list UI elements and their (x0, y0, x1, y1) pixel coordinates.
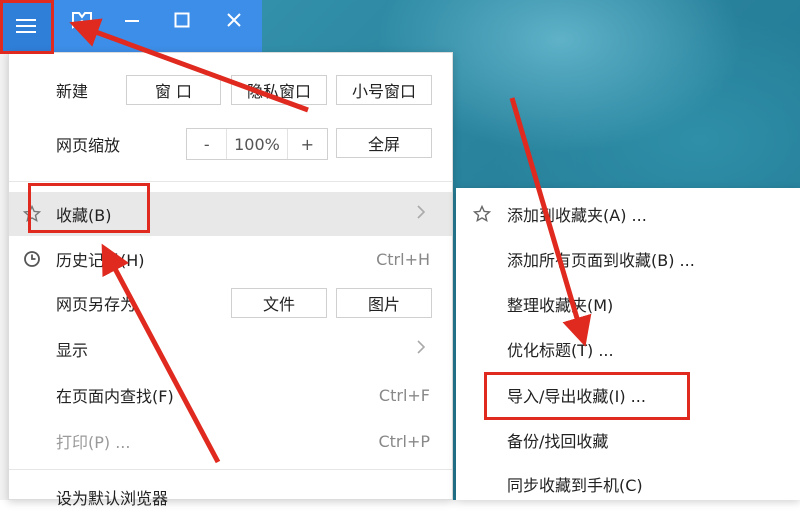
submenu-item-organize[interactable]: 整理收藏夹(M) (456, 282, 800, 326)
menu-divider (9, 181, 452, 182)
default-browser-label: 设为默认浏览器 (56, 489, 169, 508)
add-to-favorites-label: 添加到收藏夹(A) ... (507, 206, 647, 225)
annotation-box-import-export (484, 372, 690, 420)
menu-item-print[interactable]: 打印(P) ... Ctrl+P (9, 419, 452, 463)
history-label: 历史记录(H) (56, 251, 145, 270)
optimize-titles-label: 优化标题(T) ... (507, 341, 614, 360)
zoom-level: 100% (227, 129, 288, 159)
chevron-right-icon (416, 204, 426, 224)
add-all-pages-label: 添加所有页面到收藏(B) ... (507, 251, 695, 270)
maximize-icon (174, 12, 190, 28)
maximize-button[interactable] (162, 0, 202, 40)
find-shortcut: Ctrl+F (378, 385, 430, 405)
favorites-submenu: 添加到收藏夹(A) ... 添加所有页面到收藏(B) ... 整理收藏夹(M) … (456, 188, 800, 500)
display-label: 显示 (56, 341, 89, 360)
menu-item-find[interactable]: 在页面内查找(F) Ctrl+F (9, 373, 452, 417)
submenu-item-add-all-pages[interactable]: 添加所有页面到收藏(B) ... (456, 237, 800, 281)
save-as-label: 网页另存为 (56, 295, 137, 314)
save-as-file-button[interactable]: 文件 (231, 288, 327, 318)
history-shortcut: Ctrl+H (376, 249, 430, 269)
new-small-window-button[interactable]: 小号窗口 (336, 75, 432, 105)
chevron-right-icon (416, 339, 426, 359)
menu-item-display[interactable]: 显示 (9, 327, 452, 371)
minimize-icon (125, 20, 139, 22)
minimize-button[interactable] (112, 0, 152, 40)
menu-divider (9, 469, 452, 470)
main-menu-panel: 新建 窗 口 隐私窗口 小号窗口 网页缩放 - 100% + 全屏 收藏(B) … (8, 52, 453, 508)
zoom-in-button[interactable]: + (288, 129, 327, 159)
find-label: 在页面内查找(F) (56, 387, 174, 406)
clock-icon (24, 251, 40, 267)
zoom-control: - 100% + (186, 128, 328, 160)
submenu-item-add-to-favorites[interactable]: 添加到收藏夹(A) ... (456, 192, 800, 236)
submenu-item-optimize-titles[interactable]: 优化标题(T) ... (456, 327, 800, 371)
menu-item-default-browser[interactable]: 设为默认浏览器 (9, 475, 452, 519)
submenu-item-sync-to-phone[interactable]: 同步收藏到手机(C) (456, 462, 800, 506)
new-private-window-button[interactable]: 隐私窗口 (231, 75, 327, 105)
zoom-out-button[interactable]: - (187, 129, 228, 159)
annotation-box-favorites (28, 183, 150, 233)
save-as-image-button[interactable]: 图片 (336, 288, 432, 318)
sync-to-phone-label: 同步收藏到手机(C) (507, 476, 643, 495)
annotation-box-menu-button (0, 0, 54, 54)
print-shortcut: Ctrl+P (378, 431, 430, 451)
skin-button[interactable] (62, 0, 102, 40)
menu-item-history[interactable]: 历史记录(H) Ctrl+H (9, 237, 452, 281)
new-label: 新建 (56, 82, 89, 101)
close-icon (227, 13, 241, 27)
new-window-button[interactable]: 窗 口 (126, 75, 221, 105)
star-icon (473, 205, 491, 223)
close-button[interactable] (214, 0, 254, 40)
print-label: 打印(P) ... (56, 433, 131, 452)
backup-restore-label: 备份/找回收藏 (507, 432, 609, 451)
fullscreen-button[interactable]: 全屏 (336, 128, 432, 158)
submenu-item-backup-restore[interactable]: 备份/找回收藏 (456, 418, 800, 462)
zoom-label: 网页缩放 (56, 136, 121, 155)
organize-label: 整理收藏夹(M) (507, 296, 614, 315)
bookmark-ribbon-icon (72, 12, 92, 29)
